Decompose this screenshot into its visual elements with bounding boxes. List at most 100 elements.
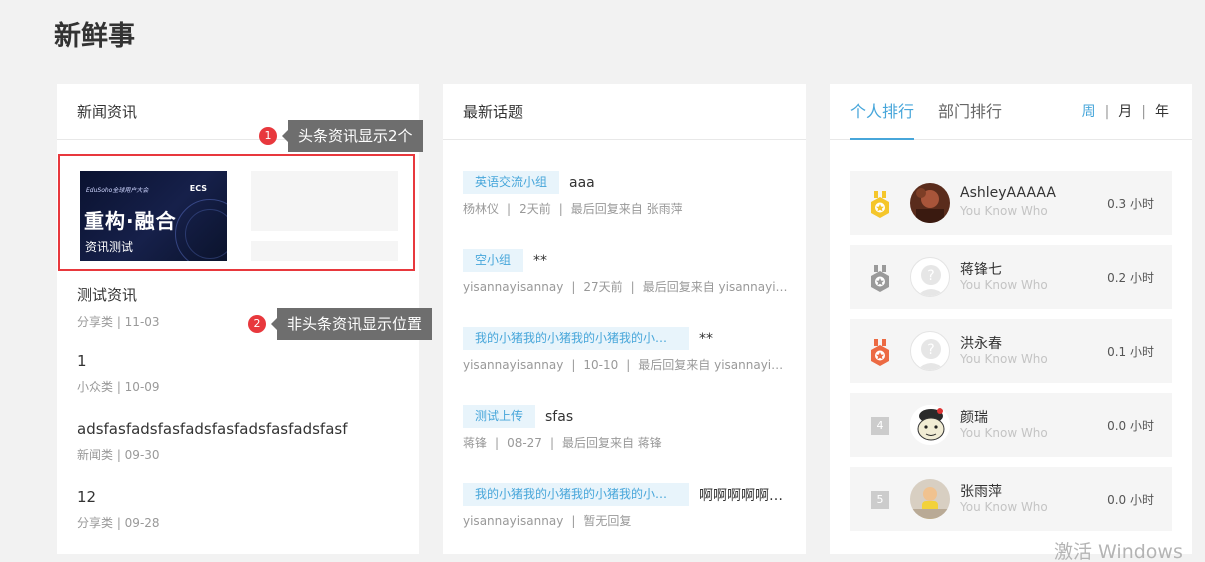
tab-department-ranking[interactable]: 部门排行 [938,84,1002,140]
topic-last-reply: 暂无回复 [583,514,632,528]
headline-placeholder-image[interactable] [251,171,398,231]
ranking-hours: 0.0 小时 [1107,419,1154,433]
ranking-row[interactable]: 4 颜瑞 You Know Who 0.0 小时 [850,393,1172,457]
topic-title[interactable]: aaa [569,175,595,191]
topic-meta: yisannayisannay | 暂无回复 [463,512,788,529]
user-photo-avatar-icon [910,479,950,519]
news-item-title[interactable]: 测试资讯 [77,284,397,305]
topic-author[interactable]: yisannayisannay [463,514,563,528]
topic-group-tag[interactable]: 我的小猪我的小猪我的小猪我的小猪我的小猪 [463,483,689,506]
ranking-tabs: 个人排行 部门排行 [850,84,1026,140]
news-item[interactable]: 12 分享类 | 09-28 [77,488,397,531]
meta-separator: | [571,280,576,294]
topic-time: 27天前 [583,280,623,294]
meta-separator: | [571,514,576,528]
news-item-title[interactable]: 1 [77,352,397,370]
ranking-row[interactable]: ? 洪永春 You Know Who 0.1 小时 [850,319,1172,383]
topic-meta: 蒋锋 | 08-27 | 最后回复来自 蒋锋 [463,434,788,451]
topics-card: 最新话题 英语交流小组 aaa 杨林仪 | 2天前 | 最后回复来自 张雨萍 空小组 *… [443,84,806,554]
thumb-headline-text: 重构·融合 [84,209,177,233]
ranking-hours: 0.1 小时 [1107,345,1154,359]
default-avatar-icon: ? [917,339,945,370]
thumb-event-text: EduSoho全球用户大会 [86,187,149,194]
meta-separator: | [549,436,554,450]
ranking-user-name[interactable]: 张雨萍 [960,481,1002,501]
news-item[interactable]: 1 小众类 | 10-09 [77,352,397,395]
ranking-user-name[interactable]: 蒋锋七 [960,259,1002,279]
ranking-user-name[interactable]: 颜瑞 [960,407,988,427]
topic-time: 08-27 [507,436,542,450]
avatar[interactable]: ? [910,331,950,371]
ranking-row[interactable]: ? 蒋锋七 You Know Who 0.2 小时 [850,245,1172,309]
rank-number-badge: 4 [871,417,889,435]
period-switch: 周 | 月 | 年 [1079,84,1172,140]
meta-separator: | [558,202,563,216]
avatar[interactable]: ? [910,257,950,297]
topic-author[interactable]: yisannayisannay [463,358,563,372]
ranking-user-name[interactable]: AshleyAAAAA [960,185,1056,201]
topic-author[interactable]: 蒋锋 [463,436,487,450]
topic-last-reply: 最后回复来自 蒋锋 [561,436,662,450]
topic-meta: 杨林仪 | 2天前 | 最后回复来自 张雨萍 [463,200,788,217]
avatar[interactable] [910,479,950,519]
topic-item[interactable]: 我的小猪我的小猪我的小猪我的小猪我的小猪 ** yisannayisannay |… [463,327,788,373]
topic-time: 2天前 [519,202,551,216]
headline-highlight-box: EduSoho全球用户大会 ECS 重构·融合 资讯测试 [58,154,415,271]
period-separator: | [1104,104,1110,120]
topic-title[interactable]: 啊啊啊啊啊啊啊 [699,485,788,505]
cartoon-avatar-icon [910,405,950,445]
news-item-title[interactable]: 12 [77,488,397,506]
ranking-row[interactable]: AshleyAAAAA You Know Who 0.3 小时 [850,171,1172,235]
avatar[interactable] [910,405,950,445]
ranking-user-subtitle: You Know Who [960,204,1048,218]
tab-personal-ranking[interactable]: 个人排行 [850,84,915,140]
period-year[interactable]: 年 [1155,104,1169,120]
period-week[interactable]: 周 [1082,104,1096,120]
ranking-user-subtitle: You Know Who [960,426,1048,440]
news-item[interactable]: adsfasfadsfasfadsfasfadsfasfadsfasf 新闻类 … [77,420,397,463]
meta-separator: | [626,358,631,372]
topic-group-tag[interactable]: 我的小猪我的小猪我的小猪我的小猪我的小猪 [463,327,689,350]
meta-separator: | [495,436,500,450]
svg-text:?: ? [927,342,934,358]
svg-text:?: ? [927,268,934,284]
ranking-hours: 0.0 小时 [1107,493,1154,507]
topic-group-tag[interactable]: 空小组 [463,249,524,272]
ranking-card: 个人排行 部门排行 周 | 月 | 年 AshleyAAAAA You Know Who… [830,84,1192,554]
topic-title[interactable]: ** [533,253,547,269]
news-item-meta: 新闻类 | 09-30 [77,448,160,462]
topic-item[interactable]: 我的小猪我的小猪我的小猪我的小猪我的小猪 啊啊啊啊啊啊啊 yisannayisa… [463,483,788,529]
period-separator: | [1141,104,1146,120]
ranking-user-subtitle: You Know Who [960,500,1048,514]
headline-placeholder-title[interactable] [251,241,398,261]
headline-caption: 资讯测试 [85,240,134,254]
topic-group-tag[interactable]: 测试上传 [463,405,536,428]
meta-separator: | [507,202,512,216]
topic-item[interactable]: 英语交流小组 aaa 杨林仪 | 2天前 | 最后回复来自 张雨萍 [463,171,788,217]
ranking-hours: 0.3 小时 [1107,197,1154,211]
period-month[interactable]: 月 [1118,104,1132,120]
bronze-medal-icon [871,339,889,366]
ranking-row[interactable]: 5 张雨萍 You Know Who 0.0 小时 [850,467,1172,531]
annotation-badge-1: 1 [259,127,277,145]
news-item-title[interactable]: adsfasfadsfasfadsfasfadsfasfadsfasf [77,420,397,438]
topic-item[interactable]: 空小组 ** yisannayisannay | 27天前 | 最后回复来自 yisan… [463,249,788,295]
page-title: 新鲜事 [54,21,135,52]
topic-author[interactable]: yisannayisannay [463,280,563,294]
annotation-callout-1: 头条资讯显示2个 [282,120,423,152]
topic-last-reply: 最后回复来自 yisannayisannay [638,358,788,372]
topic-meta: yisannayisannay | 27天前 | 最后回复来自 yisannayisan… [463,278,788,295]
avatar[interactable] [910,183,950,223]
topic-group-tag[interactable]: 英语交流小组 [463,171,560,194]
meta-separator: | [571,358,576,372]
topic-title[interactable]: sfas [545,409,573,425]
ranking-user-name[interactable]: 洪永春 [960,333,1002,353]
headline-news-thumbnail[interactable]: EduSoho全球用户大会 ECS 重构·融合 资讯测试 [80,171,227,261]
news-item-meta: 分享类 | 09-28 [77,516,160,530]
thumb-decoration-arc-inner [185,209,227,259]
topic-author[interactable]: 杨林仪 [463,202,499,216]
topic-item[interactable]: 测试上传 sfas 蒋锋 | 08-27 | 最后回复来自 蒋锋 [463,405,788,451]
default-avatar-icon: ? [917,265,945,296]
topic-title[interactable]: ** [699,331,713,347]
user-photo-avatar-icon [910,183,950,223]
